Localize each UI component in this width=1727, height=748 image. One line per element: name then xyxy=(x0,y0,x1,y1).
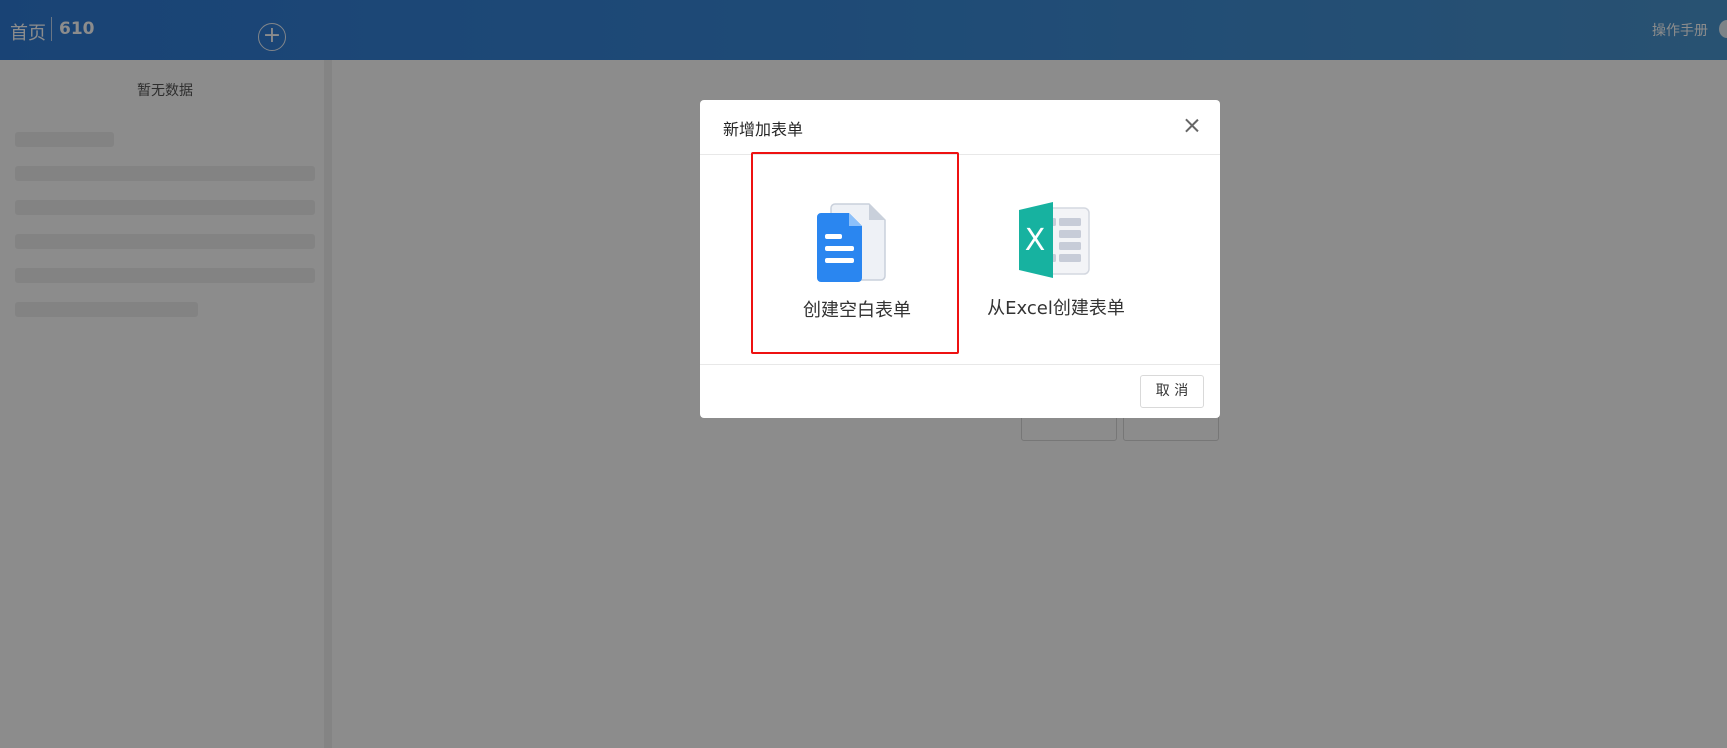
blank-document-icon xyxy=(817,203,886,282)
add-form-dialog: 新增加表单 创建空白表单 X 从Excel创建表单 取 消 xyxy=(700,100,1220,418)
create-blank-form-label: 创建空白表单 xyxy=(803,300,911,321)
cancel-button[interactable]: 取 消 xyxy=(1140,375,1204,408)
dialog-footer-divider xyxy=(700,364,1220,365)
create-from-excel-option[interactable]: X 从Excel创建表单 xyxy=(952,152,1160,354)
close-icon[interactable] xyxy=(1182,116,1202,136)
dialog-title: 新增加表单 xyxy=(723,120,804,139)
create-blank-form-option[interactable]: 创建空白表单 xyxy=(751,152,959,354)
excel-file-icon: X xyxy=(1019,202,1090,278)
page: 首页 610 + 操作手册 暂无数据 吧! 新增加表单 xyxy=(0,0,1727,748)
svg-text:X: X xyxy=(1025,223,1046,258)
create-from-excel-label: 从Excel创建表单 xyxy=(987,298,1125,319)
